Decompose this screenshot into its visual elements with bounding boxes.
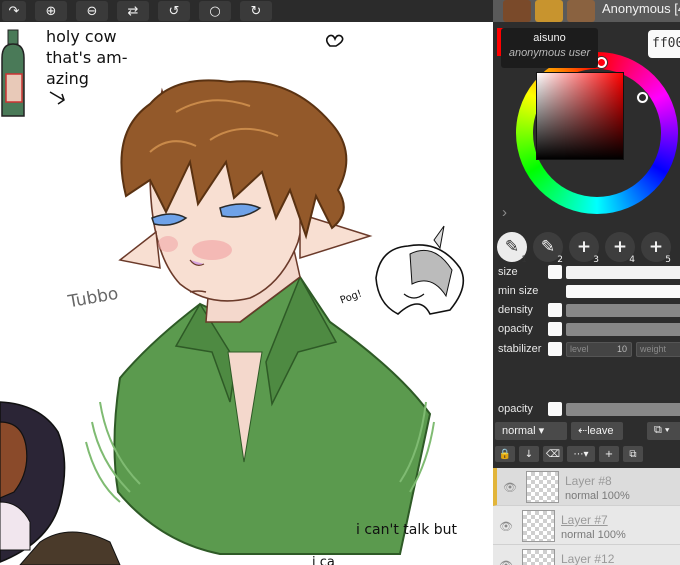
density-pressure-checkbox[interactable] <box>548 303 562 317</box>
layer-list: 👁 Layer #8 normal 100% 👁 Layer #7 normal… <box>493 468 680 565</box>
stabilizer-label: stabilizer <box>498 343 542 355</box>
new-layer-icon[interactable]: + <box>599 446 619 462</box>
reset-rotation-icon[interactable]: ○ <box>199 1 231 21</box>
layer-menu-button[interactable]: ⧉ ▾ <box>647 422 680 440</box>
layer-item[interactable]: 👁 Layer #7 normal 100% <box>493 507 680 545</box>
flip-icon[interactable]: ⇄ <box>117 1 149 21</box>
layer-opacity-row: opacity <box>498 402 680 418</box>
duplicate-layer-icon[interactable]: ⧉ <box>623 446 643 462</box>
brush-icon[interactable]: ✎ 2 <box>533 232 563 265</box>
merge-down-icon[interactable]: ↓ <box>519 446 539 462</box>
layer-name: Layer #8 <box>565 474 612 488</box>
layer-name: Layer #7 <box>561 513 608 527</box>
avatar[interactable] <box>503 0 531 22</box>
layer-tools: 🔒 ↓ ⌫ ⋯▾ + ⧉ <box>495 446 643 462</box>
opacity-pressure-checkbox[interactable] <box>548 322 562 336</box>
avatar[interactable] <box>535 0 563 22</box>
layer-item[interactable]: 👁 Layer #12 <box>493 546 680 565</box>
density-slider[interactable] <box>566 304 680 317</box>
color-marker[interactable] <box>637 92 648 103</box>
stabilizer-weight-input[interactable]: weight <box>636 342 680 357</box>
zoom-in-icon[interactable]: ⊕ <box>35 1 67 21</box>
min-size-row: min size <box>498 284 680 300</box>
pen-icon[interactable]: ✎ 1 <box>497 232 527 265</box>
avatar[interactable] <box>567 0 595 22</box>
opacity-row: opacity <box>498 322 680 338</box>
saturation-value-square[interactable] <box>536 72 624 160</box>
handwritten-note-bottom: i can't talk but <box>356 522 458 538</box>
heart-doodle <box>325 34 344 47</box>
plus-icon[interactable]: +3 <box>569 232 599 265</box>
stabilizer-level-input[interactable]: level 10 <box>566 342 632 357</box>
stabilizer-checkbox[interactable] <box>548 342 562 356</box>
layer-controls: normal ▾ ⇠leave ⧉ ▾ <box>495 422 680 440</box>
eye-icon[interactable]: 👁 <box>503 481 517 494</box>
bottle-drawing <box>1 29 25 117</box>
more-icon[interactable]: ⋯▾ <box>567 446 595 462</box>
user-tooltip: aisuno anonymous user <box>501 28 598 68</box>
chevron-right-icon[interactable]: › <box>502 204 507 221</box>
leave-button[interactable]: ⇠leave <box>571 422 623 440</box>
sketch-doodle <box>375 225 465 315</box>
character-shirt <box>85 275 435 555</box>
size-pressure-checkbox[interactable] <box>548 265 562 279</box>
redo-arrow-icon[interactable]: ↷ <box>2 1 26 21</box>
arrow-doodle <box>49 91 65 105</box>
layer-mode: normal 100% <box>565 490 630 502</box>
size-label: size <box>498 266 518 278</box>
eraser-icon[interactable]: ⌫ <box>543 446 563 462</box>
layer-thumbnail <box>522 549 555 565</box>
rotate-right-icon[interactable]: ↻ <box>240 1 272 21</box>
lock-icon[interactable]: 🔒 <box>495 446 515 462</box>
top-toolbar: ↷ ⊕ ⊖ ⇄ ↺ ○ ↻ <box>0 0 493 22</box>
opacity-slider[interactable] <box>566 323 680 336</box>
size-slider[interactable] <box>566 266 680 279</box>
handwritten-note: holy cow that's am- azing <box>46 27 128 88</box>
hex-color-input[interactable]: ff00 <box>648 30 680 58</box>
zoom-out-icon[interactable]: ⊖ <box>76 1 108 21</box>
brush-slots: ✎ 1 ✎ 2 +3 +4 +5 <box>497 232 671 265</box>
eye-icon[interactable]: 👁 <box>499 520 513 533</box>
plus-icon[interactable]: +5 <box>641 232 671 265</box>
right-panel: Anonymous [4 ff00 › aisuno anonymous use… <box>493 0 680 565</box>
tooltip-username: aisuno <box>533 32 566 44</box>
current-user-name[interactable]: Anonymous [4 <box>602 1 680 16</box>
density-row: density <box>498 303 680 319</box>
second-character <box>0 401 121 565</box>
layer-mode: normal 100% <box>561 529 626 541</box>
layer-thumbnail <box>522 510 555 542</box>
layer-opacity-slider[interactable] <box>566 403 680 416</box>
opacity-label: opacity <box>498 323 533 335</box>
size-row: size <box>498 265 680 281</box>
layer-thumbnail <box>526 471 559 503</box>
drawing-canvas[interactable]: holy cow that's am- azing Tubbo Pog! i c… <box>0 22 493 565</box>
handwritten-note-bottom-2: i ca <box>312 555 335 565</box>
layer-item[interactable]: 👁 Layer #8 normal 100% <box>493 468 680 506</box>
rotate-left-icon[interactable]: ↺ <box>158 1 190 21</box>
tooltip-subtitle: anonymous user <box>508 47 591 59</box>
user-bar: Anonymous [4 <box>493 0 680 22</box>
layer-opacity-checkbox[interactable] <box>548 402 562 416</box>
stabilizer-row: stabilizer level 10 weight <box>498 342 680 358</box>
layer-name: Layer #12 <box>561 552 615 565</box>
eye-icon[interactable]: 👁 <box>499 559 513 565</box>
min-size-slider[interactable] <box>566 285 680 298</box>
density-label: density <box>498 304 533 316</box>
min-size-label: min size <box>498 285 539 297</box>
plus-icon[interactable]: +4 <box>605 232 635 265</box>
left-ear <box>118 230 161 269</box>
blend-mode-select[interactable]: normal ▾ <box>495 422 567 440</box>
layer-opacity-label: opacity <box>498 403 533 415</box>
